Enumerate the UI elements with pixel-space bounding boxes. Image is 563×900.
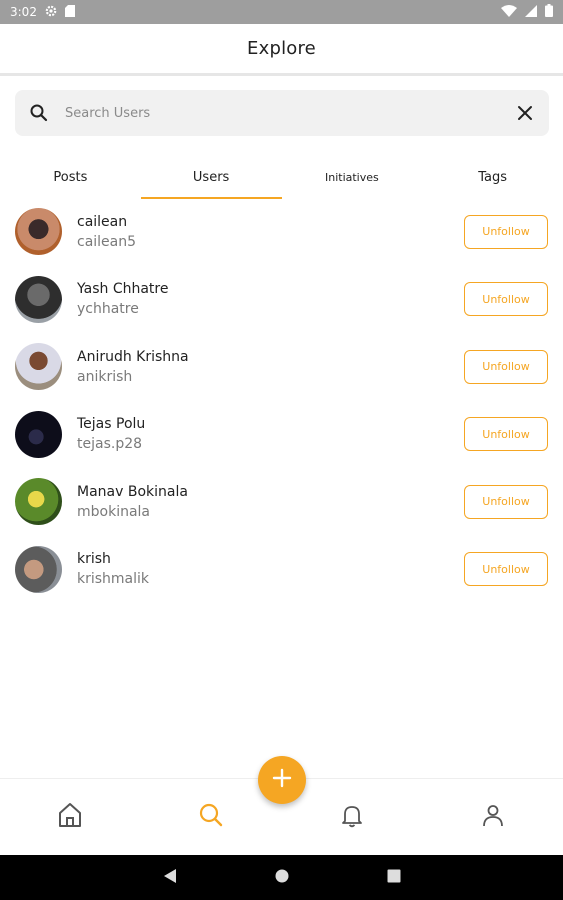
- user-handle: cailean5: [77, 233, 137, 250]
- status-bar: 3:02: [0, 0, 563, 24]
- cellular-icon: [525, 4, 537, 20]
- avatar[interactable]: [15, 478, 62, 526]
- bell-icon[interactable]: [339, 802, 365, 832]
- avatar[interactable]: [15, 275, 62, 323]
- tab-label: Initiatives: [324, 171, 379, 184]
- unfollow-button[interactable]: Unfollow: [464, 417, 548, 452]
- app-header: Explore: [0, 24, 563, 76]
- unfollow-button[interactable]: Unfollow: [464, 349, 548, 384]
- tab-users[interactable]: Users: [140, 155, 282, 200]
- user-name: Anirudh Krishna: [77, 348, 189, 365]
- page-title: Explore: [247, 38, 316, 59]
- nav-profile[interactable]: [422, 779, 563, 855]
- user-list: cailean cailean5 Unfollow Yash Chhatre y…: [0, 198, 563, 603]
- user-name: Manav Bokinala: [77, 483, 188, 500]
- user-name: Yash Chhatre: [77, 281, 169, 298]
- user-name: krish: [77, 551, 111, 568]
- home-icon[interactable]: [56, 801, 84, 833]
- avatar[interactable]: [15, 545, 62, 593]
- search-icon[interactable]: [198, 802, 224, 832]
- search-icon: [27, 101, 51, 125]
- user-handle: anikrish: [77, 368, 133, 385]
- wifi-icon: [501, 4, 517, 20]
- explore-tabs: Posts Users Initiatives Tags: [0, 155, 563, 200]
- unfollow-button[interactable]: Unfollow: [464, 552, 548, 587]
- unfollow-button[interactable]: Unfollow: [464, 214, 548, 249]
- status-time: 3:02: [10, 5, 37, 19]
- tab-initiatives[interactable]: Initiatives: [282, 155, 423, 200]
- search-bar: [15, 90, 549, 136]
- system-nav-bar: [0, 855, 563, 900]
- tab-tags[interactable]: Tags: [422, 155, 563, 200]
- user-handle: ychhatre: [77, 301, 139, 318]
- recents-icon[interactable]: [387, 868, 401, 887]
- home-circle-icon[interactable]: [275, 868, 289, 887]
- list-item[interactable]: cailean cailean5 Unfollow: [0, 198, 563, 266]
- close-icon[interactable]: [513, 101, 537, 125]
- user-handle: tejas.p28: [77, 436, 143, 453]
- settings-icon: [45, 5, 57, 20]
- sd-card-icon: [64, 4, 75, 20]
- avatar[interactable]: [15, 343, 62, 391]
- profile-icon[interactable]: [480, 802, 506, 832]
- list-item[interactable]: krish krishmalik Unfollow: [0, 536, 563, 604]
- search-input[interactable]: [65, 105, 513, 121]
- user-name: Tejas Polu: [77, 416, 146, 433]
- back-icon[interactable]: [163, 868, 177, 888]
- list-item[interactable]: Anirudh Krishna anikrish Unfollow: [0, 333, 563, 401]
- user-handle: mbokinala: [77, 503, 151, 520]
- unfollow-button[interactable]: Unfollow: [464, 484, 548, 519]
- list-item[interactable]: Manav Bokinala mbokinala Unfollow: [0, 468, 563, 536]
- plus-icon: [272, 768, 292, 792]
- user-handle: krishmalik: [77, 571, 150, 588]
- tab-label: Posts: [53, 170, 88, 185]
- avatar[interactable]: [15, 208, 62, 256]
- create-fab-button[interactable]: [258, 756, 306, 804]
- battery-icon: [545, 4, 553, 20]
- list-item[interactable]: Tejas Polu tejas.p28 Unfollow: [0, 401, 563, 469]
- avatar[interactable]: [15, 410, 62, 458]
- tab-label: Users: [192, 170, 230, 185]
- list-item[interactable]: Yash Chhatre ychhatre Unfollow: [0, 266, 563, 334]
- tab-label: Tags: [478, 170, 508, 185]
- user-name: cailean: [77, 213, 128, 230]
- unfollow-button[interactable]: Unfollow: [464, 282, 548, 317]
- tab-posts[interactable]: Posts: [0, 155, 141, 200]
- nav-home[interactable]: [0, 779, 141, 855]
